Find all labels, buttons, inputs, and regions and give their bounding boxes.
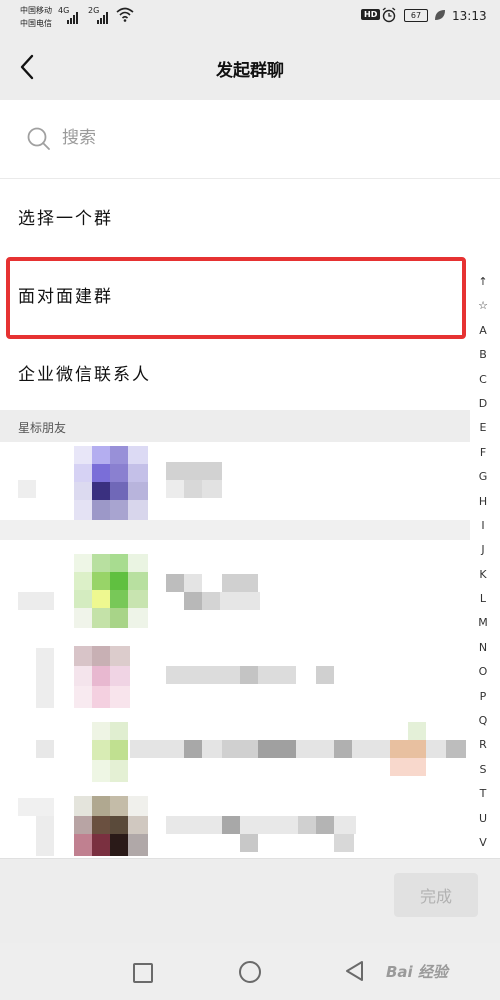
index-letter[interactable]: S: [470, 758, 496, 782]
index-letter[interactable]: C: [470, 368, 496, 392]
search-icon: [27, 127, 50, 150]
bottom-bar: 完成: [0, 858, 500, 943]
signal-icon: [67, 10, 78, 24]
contact-row[interactable]: [0, 716, 470, 796]
carrier-1: 中国移动: [20, 6, 52, 15]
index-letter[interactable]: P: [470, 685, 496, 709]
index-letter[interactable]: Q: [470, 709, 496, 733]
alarm-icon: [382, 7, 396, 23]
recent-apps-icon[interactable]: [133, 963, 153, 983]
hd-badge: HD: [361, 9, 381, 20]
battery-icon: 67: [404, 9, 428, 22]
contact-row[interactable]: [0, 634, 470, 714]
starred-friends-label: 星标朋友: [18, 421, 67, 435]
index-letter[interactable]: T: [470, 782, 496, 806]
checkbox-blur: [18, 592, 54, 610]
nav-back-icon[interactable]: [344, 960, 366, 982]
index-letter[interactable]: E: [470, 416, 496, 440]
home-icon[interactable]: [239, 961, 261, 983]
search-bar[interactable]: [0, 100, 500, 179]
index-letter[interactable]: R: [470, 733, 496, 757]
name-blur: [166, 462, 222, 480]
index-letter[interactable]: U: [470, 807, 496, 831]
avatar: [74, 646, 148, 708]
signal-icon-2: [97, 10, 108, 24]
index-letter[interactable]: H: [470, 490, 496, 514]
avatar: [92, 722, 128, 782]
index-letter[interactable]: I: [470, 514, 496, 538]
page-title: 发起群聊: [216, 61, 284, 81]
name-blur: [166, 666, 296, 684]
name-blur: [166, 574, 184, 592]
index-letter[interactable]: L: [470, 587, 496, 611]
leaf-icon: [435, 10, 445, 20]
header: 发起群聊: [0, 36, 500, 100]
wecom-contacts-item[interactable]: 企业微信联系人: [0, 334, 470, 412]
contact-row[interactable]: [0, 442, 470, 522]
index-letter[interactable]: F: [470, 441, 496, 465]
index-letter[interactable]: O: [470, 660, 496, 684]
starred-friends-header: 星标朋友: [0, 410, 470, 442]
content-list: 选择一个群 面对面建群 企业微信联系人 星标朋友: [0, 100, 500, 971]
index-letter[interactable]: K: [470, 563, 496, 587]
wifi-icon: [116, 7, 134, 22]
clock: 13:13: [452, 9, 487, 23]
section-divider: [0, 520, 470, 540]
index-letter[interactable]: ☆: [470, 294, 496, 318]
watermark: Bai 经验: [386, 963, 448, 981]
index-letter[interactable]: D: [470, 392, 496, 416]
avatar: [74, 446, 148, 520]
avatar: [74, 796, 148, 856]
wecom-contacts-label: 企业微信联系人: [18, 365, 151, 385]
carrier-info: 中国移动 中国电信: [20, 4, 52, 30]
system-nav-bar: Bai 经验: [0, 943, 500, 1000]
index-letter[interactable]: G: [470, 465, 496, 489]
status-bar: 中国移动 中国电信 4G 2G HD 67 13:13: [0, 0, 500, 36]
checkbox-blur: [18, 480, 36, 498]
checkbox-blur: [36, 740, 54, 758]
index-letter[interactable]: M: [470, 611, 496, 635]
index-letter[interactable]: N: [470, 636, 496, 660]
highlight-box: [6, 257, 466, 339]
contact-row[interactable]: [0, 552, 470, 632]
avatar: [74, 554, 148, 628]
index-letter[interactable]: A: [470, 319, 496, 343]
select-group-label: 选择一个群: [18, 209, 113, 229]
search-input[interactable]: [62, 128, 442, 148]
checkbox-blur: [18, 798, 54, 816]
done-button[interactable]: 完成: [394, 873, 478, 917]
index-letter[interactable]: ↑: [470, 270, 496, 294]
select-group-item[interactable]: 选择一个群: [0, 178, 470, 256]
index-letter[interactable]: V: [470, 831, 496, 855]
index-letter[interactable]: J: [470, 538, 496, 562]
index-letter[interactable]: B: [470, 343, 496, 367]
carrier-2: 中国电信: [20, 19, 52, 28]
checkbox-blur: [36, 648, 54, 708]
